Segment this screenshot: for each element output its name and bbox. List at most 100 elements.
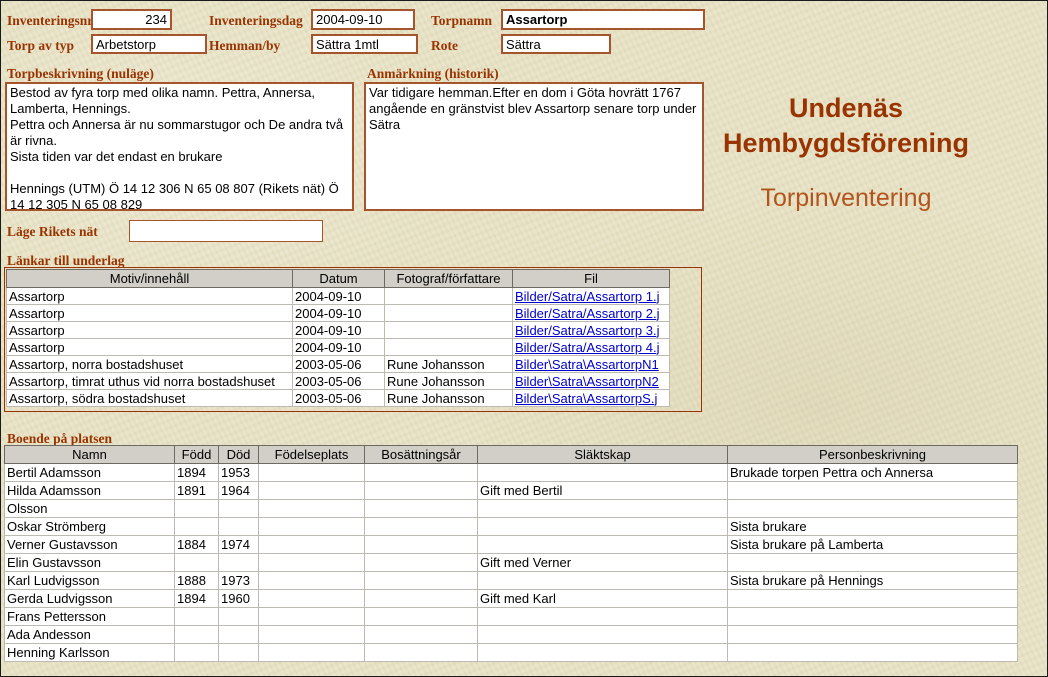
file-link[interactable]: Bilder\Satra\AssartorpN2: [515, 374, 659, 389]
page-subtitle: Torpinventering: [714, 182, 978, 214]
residents-col-namn: Namn: [5, 446, 175, 464]
table-row: Oskar StrömbergSista brukare: [5, 518, 1018, 536]
table-cell: 2003-05-06: [293, 356, 385, 373]
table-cell: 2004-09-10: [293, 288, 385, 305]
table-row: Assartorp2004-09-10Bilder/Satra/Assartor…: [7, 339, 670, 356]
file-link[interactable]: Bilder/Satra/Assartorp 3.j: [515, 323, 660, 338]
table-cell: [365, 590, 478, 608]
table-cell: 2003-05-06: [293, 390, 385, 407]
table-cell: Assartorp: [7, 322, 293, 339]
table-cell: 2004-09-10: [293, 339, 385, 356]
inventeringsnr-field[interactable]: [91, 9, 172, 30]
table-cell: [365, 464, 478, 482]
table-cell: Rune Johansson: [385, 356, 513, 373]
table-row: Assartorp2004-09-10Bilder/Satra/Assartor…: [7, 305, 670, 322]
rote-field[interactable]: [501, 34, 611, 54]
table-cell: [365, 572, 478, 590]
table-cell: [478, 608, 728, 626]
table-cell: [728, 482, 1018, 500]
table-cell: Bilder/Satra/Assartorp 3.j: [513, 322, 670, 339]
residents-col-bosattningsar: Bosättningsår: [365, 446, 478, 464]
table-cell: Bertil Adamsson: [5, 464, 175, 482]
table-cell: Assartorp, norra bostadshuset: [7, 356, 293, 373]
anmarkning-label: Anmärkning (historik): [367, 66, 499, 82]
table-cell: [365, 644, 478, 662]
table-cell: [478, 626, 728, 644]
table-cell: [728, 626, 1018, 644]
table-cell: [259, 464, 365, 482]
anmarkning-textarea[interactable]: Var tidigare hemman.Efter en dom i Göta …: [364, 82, 704, 211]
table-cell: [365, 500, 478, 518]
table-cell: Assartorp: [7, 288, 293, 305]
table-cell: 1888: [175, 572, 219, 590]
table-cell: Sista brukare på Lamberta: [728, 536, 1018, 554]
file-link[interactable]: Bilder\Satra\AssartorpN1: [515, 357, 659, 372]
table-row: Assartorp, timrat uthus vid norra bostad…: [7, 373, 670, 390]
table-row: Bertil Adamsson18941953Brukade torpen Pe…: [5, 464, 1018, 482]
table-cell: [175, 518, 219, 536]
table-cell: [385, 305, 513, 322]
table-row: Ada Andesson: [5, 626, 1018, 644]
file-link[interactable]: Bilder/Satra/Assartorp 2.j: [515, 306, 660, 321]
inventeringsdag-label: Inventeringsdag: [209, 13, 303, 29]
links-col-fil: Fil: [513, 270, 670, 288]
table-cell: Oskar Strömberg: [5, 518, 175, 536]
inventeringsdag-field[interactable]: [311, 9, 415, 30]
table-cell: 1953: [219, 464, 259, 482]
table-cell: Gift med Karl: [478, 590, 728, 608]
table-cell: [728, 644, 1018, 662]
table-cell: [478, 572, 728, 590]
table-cell: Elin Gustavsson: [5, 554, 175, 572]
table-cell: [259, 518, 365, 536]
table-cell: [478, 536, 728, 554]
table-cell: [365, 482, 478, 500]
table-row: Hilda Adamsson18911964Gift med Bertil: [5, 482, 1018, 500]
table-cell: [365, 626, 478, 644]
links-col-datum: Datum: [293, 270, 385, 288]
table-row: Assartorp2004-09-10 Bilder/Satra/Assartor…: [7, 288, 670, 305]
table-cell: 1891: [175, 482, 219, 500]
table-cell: 1884: [175, 536, 219, 554]
inventeringsnr-label: Inventeringsnr: [7, 13, 93, 29]
table-cell: Hilda Adamsson: [5, 482, 175, 500]
table-cell: [365, 536, 478, 554]
links-col-fotograf: Fotograf/författare: [385, 270, 513, 288]
org-title-line1: Undenäs: [714, 91, 978, 126]
torp-av-typ-field[interactable]: [91, 34, 207, 54]
lage-rikets-nat-field[interactable]: [129, 220, 323, 242]
residents-col-fodelseplats: Födelseplats: [259, 446, 365, 464]
table-cell: [728, 500, 1018, 518]
torpbeskrivning-label: Torpbeskrivning (nuläge): [7, 66, 154, 82]
torpbeskrivning-textarea[interactable]: Bestod av fyra torp med olika namn. Pett…: [5, 82, 354, 211]
torpnamn-field[interactable]: [501, 9, 705, 30]
table-cell: Sista brukare på Hennings: [728, 572, 1018, 590]
table-cell: [365, 518, 478, 536]
table-cell: Gift med Bertil: [478, 482, 728, 500]
residents-table: Namn Född Död Födelseplats Bosättningsår…: [4, 445, 1018, 662]
table-cell: 1894: [175, 590, 219, 608]
table-cell: Olsson: [5, 500, 175, 518]
table-cell: Henning Karlsson: [5, 644, 175, 662]
table-cell: [259, 644, 365, 662]
table-cell: Rune Johansson: [385, 390, 513, 407]
table-cell: 2003-05-06: [293, 373, 385, 390]
file-link[interactable]: Bilder/Satra/Assartorp 1.j: [515, 289, 660, 304]
hemman-by-field[interactable]: [311, 34, 418, 54]
table-cell: [219, 644, 259, 662]
rote-label: Rote: [431, 38, 458, 54]
residents-col-personbeskrivning: Personbeskrivning: [728, 446, 1018, 464]
residents-col-fodd: Född: [175, 446, 219, 464]
file-link[interactable]: Bilder\Satra\AssartorpS.j: [515, 391, 657, 406]
table-row: Karl Ludvigsson18881973Sista brukare på …: [5, 572, 1018, 590]
table-cell: Karl Ludvigsson: [5, 572, 175, 590]
table-cell: Bilder/Satra/Assartorp 1.j: [513, 288, 670, 305]
file-link[interactable]: Bilder/Satra/Assartorp 4.j: [515, 340, 660, 355]
table-cell: [175, 500, 219, 518]
lage-rikets-nat-label: Läge Rikets nät: [7, 224, 98, 240]
table-cell: [478, 644, 728, 662]
table-row: Frans Pettersson: [5, 608, 1018, 626]
table-cell: [175, 644, 219, 662]
table-cell: [478, 500, 728, 518]
table-row: Elin GustavssonGift med Verner: [5, 554, 1018, 572]
table-cell: Verner Gustavsson: [5, 536, 175, 554]
